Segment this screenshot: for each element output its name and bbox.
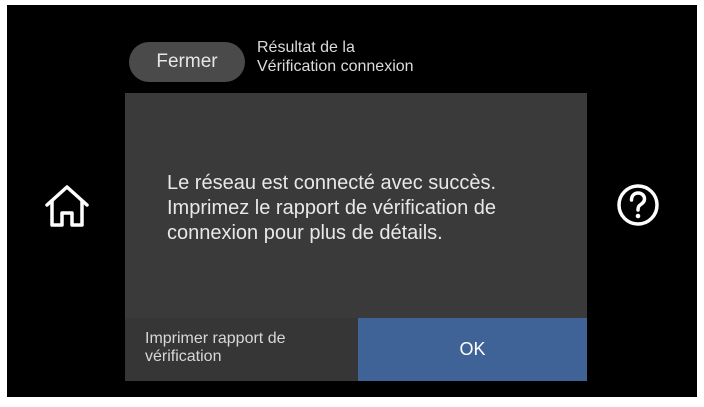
title-line-2: Vérification connexion: [257, 58, 414, 75]
help-icon[interactable]: [615, 182, 661, 228]
result-dialog: Le réseau est connecté avec succès. Impr…: [125, 93, 587, 381]
printer-screen: Fermer Résultat de la Vérification conne…: [7, 5, 697, 397]
print-report-button[interactable]: Imprimer rapport de vérification: [125, 318, 358, 381]
page-title: Résultat de la Vérification connexion: [257, 38, 414, 76]
close-button[interactable]: Fermer: [129, 42, 245, 82]
message-line-3: connexion pour plus de détails.: [167, 222, 443, 244]
home-icon[interactable]: [42, 183, 92, 229]
title-line-1: Résultat de la: [257, 39, 355, 56]
ok-button[interactable]: OK: [358, 318, 587, 381]
message-line-1: Le réseau est connecté avec succès.: [167, 172, 497, 194]
print-button-line-2: vérification: [145, 348, 222, 365]
print-button-line-1: Imprimer rapport de: [145, 330, 286, 347]
message-line-2: Imprimez le rapport de vérification de: [167, 197, 497, 219]
result-message: Le réseau est connecté avec succès. Impr…: [167, 171, 577, 246]
